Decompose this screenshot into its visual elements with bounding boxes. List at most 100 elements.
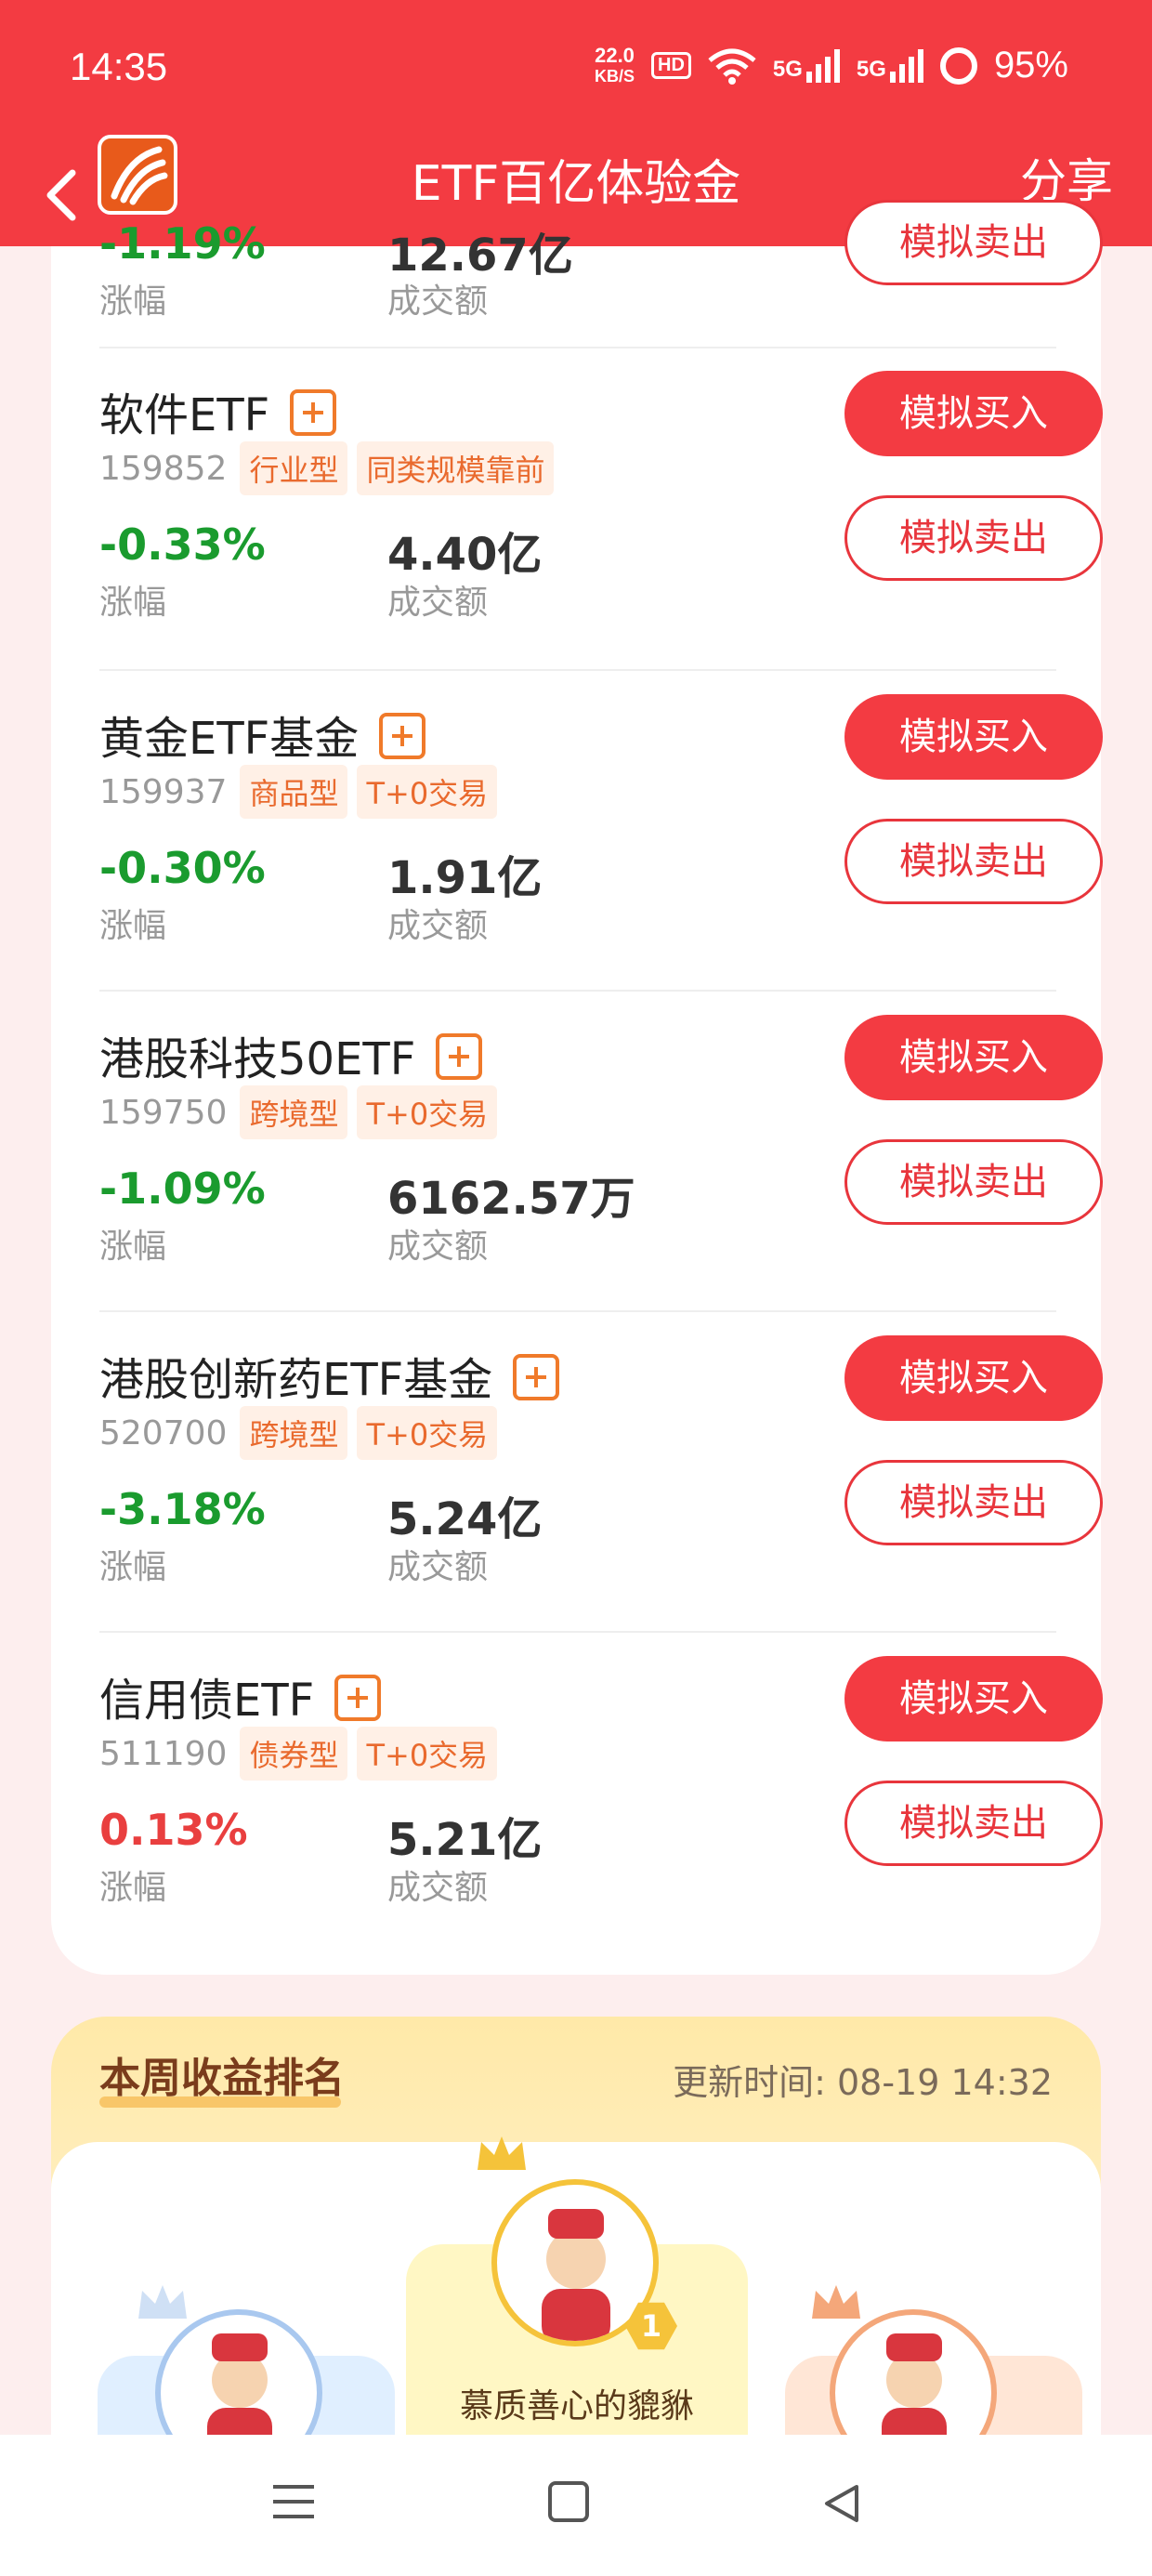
fund-tag: T+0交易 <box>357 1727 498 1781</box>
simulate-sell-button[interactable]: 模拟卖出 <box>844 495 1103 581</box>
gold-crown-icon <box>478 2136 526 2170</box>
change-value: -3.18% <box>99 1484 266 1534</box>
fund-code: 520700 <box>99 1413 228 1452</box>
home-icon[interactable] <box>548 2481 589 2522</box>
fund-name: 软件ETF <box>99 378 337 443</box>
change-label: 涨幅 <box>99 907 167 945</box>
wifi-icon <box>708 48 756 85</box>
divider <box>99 347 1056 348</box>
ranking-title: 本周收益排名 <box>99 2055 345 2102</box>
fund-code-line: 159937 商品型 T+0交易 <box>99 765 498 819</box>
volume-value: 1.91亿 <box>387 852 543 904</box>
simulate-buy-button[interactable]: 模拟买入 <box>844 371 1103 456</box>
change-label: 涨幅 <box>99 283 167 321</box>
volume-label: 成交额 <box>387 1548 489 1586</box>
divider <box>99 1310 1056 1312</box>
change-value: -1.09% <box>99 1163 266 1214</box>
fund-tag: 商品型 <box>240 765 348 819</box>
volume-value: 5.21亿 <box>387 1814 543 1866</box>
fund-code-line: 520700 跨境型 T+0交易 <box>99 1406 498 1460</box>
volume-label: 成交额 <box>387 283 489 321</box>
bronze-crown-icon <box>812 2285 860 2319</box>
fund-name: 港股科技50ETF <box>99 1022 483 1087</box>
change-label: 涨幅 <box>99 1869 167 1907</box>
volume-label: 成交额 <box>387 907 489 945</box>
fund-name: 港股创新药ETF基金 <box>99 1343 560 1408</box>
volume-label: 成交额 <box>387 584 489 622</box>
simulate-sell-button[interactable]: 模拟卖出 <box>844 1460 1103 1545</box>
fund-tag: 跨境型 <box>240 1406 348 1460</box>
fund-name: 黄金ETF基金 <box>99 702 426 767</box>
network-speed-unit: KB/S <box>595 66 635 85</box>
fund-row[interactable]: 信用债ETF 511190 债券型 T+0交易 0.13% 涨幅 5.21亿 成… <box>99 1656 1103 1942</box>
fund-row[interactable]: 港股科技50ETF 159750 跨境型 T+0交易 -1.09% 涨幅 616… <box>99 1015 1103 1301</box>
fund-code: 159937 <box>99 772 228 811</box>
change-label: 涨幅 <box>99 1548 167 1586</box>
fund-code-line: 159852 行业型 同类规模靠前 <box>99 441 555 495</box>
network-speed-value: 22.0 <box>595 43 635 67</box>
fund-tag: T+0交易 <box>357 1406 498 1460</box>
simulate-buy-button[interactable]: 模拟买入 <box>844 1656 1103 1741</box>
change-label: 涨幅 <box>99 584 167 622</box>
battery-level: 95% <box>993 45 1068 85</box>
first-place-name: 慕质善心的貔貅 <box>459 2387 694 2425</box>
simulate-sell-button[interactable]: 模拟卖出 <box>844 1139 1103 1225</box>
fund-row[interactable]: 港股创新药ETF基金 520700 跨境型 T+0交易 -3.18% 涨幅 5.… <box>99 1335 1103 1622</box>
network-speed: 22.0 KB/S <box>595 43 635 86</box>
fund-row[interactable]: 软件ETF 159852 行业型 同类规模靠前 -0.33% 涨幅 4.40亿 … <box>99 371 1103 657</box>
add-watchlist-icon[interactable] <box>436 1033 483 1080</box>
change-value: 0.13% <box>99 1805 248 1855</box>
fund-tag: T+0交易 <box>357 1085 498 1139</box>
divider <box>99 990 1056 992</box>
add-watchlist-icon[interactable] <box>290 389 337 436</box>
fund-code: 159750 <box>99 1093 228 1132</box>
change-label: 涨幅 <box>99 1228 167 1266</box>
fund-tag: 同类规模靠前 <box>357 441 555 495</box>
volume-label: 成交额 <box>387 1869 489 1907</box>
change-value: -0.30% <box>99 843 266 893</box>
ranking-update-time: 更新时间: 08-19 14:32 <box>673 2062 1053 2103</box>
change-value: -0.33% <box>99 519 266 570</box>
hd-voice-icon: HD <box>651 52 691 79</box>
simulate-sell-button[interactable]: 模拟卖出 <box>844 200 1103 285</box>
divider <box>99 669 1056 671</box>
menu-icon[interactable] <box>271 2481 316 2522</box>
fund-tag: T+0交易 <box>357 765 498 819</box>
signal-2-icon: 5G <box>857 48 923 83</box>
system-nav-bar <box>0 2435 1152 2576</box>
fund-name: 信用债ETF <box>99 1663 382 1728</box>
add-watchlist-icon[interactable] <box>513 1354 560 1400</box>
simulate-buy-button[interactable]: 模拟买入 <box>844 694 1103 780</box>
weekly-ranking-card: 本周收益排名 更新时间: 08-19 14:32 1 慕质善心的貔貅 <box>51 2017 1101 2435</box>
add-watchlist-icon[interactable] <box>334 1675 382 1721</box>
volume-value: 6162.57万 <box>387 1173 635 1225</box>
fund-code-line: 159750 跨境型 T+0交易 <box>99 1085 498 1139</box>
add-watchlist-icon[interactable] <box>379 713 426 759</box>
status-time: 14:35 <box>70 45 168 88</box>
simulate-sell-button[interactable]: 模拟卖出 <box>844 1781 1103 1866</box>
fund-tag: 债券型 <box>240 1727 348 1781</box>
avatar[interactable] <box>155 2309 322 2435</box>
divider <box>99 1631 1056 1633</box>
simulate-sell-button[interactable]: 模拟卖出 <box>844 819 1103 904</box>
fund-row[interactable]: 黄金ETF基金 159937 商品型 T+0交易 -0.30% 涨幅 1.91亿… <box>99 694 1103 980</box>
volume-value: 4.40亿 <box>387 529 543 581</box>
signal-1-icon: 5G <box>773 48 840 83</box>
fund-code: 511190 <box>99 1734 228 1773</box>
volume-label: 成交额 <box>387 1228 489 1266</box>
silver-crown-icon <box>138 2285 187 2319</box>
battery-icon <box>939 46 977 85</box>
back-triangle-icon[interactable] <box>819 2481 864 2526</box>
change-value: -1.19% <box>99 218 266 269</box>
fund-code-line: 511190 债券型 T+0交易 <box>99 1727 498 1781</box>
fund-code: 159852 <box>99 449 228 488</box>
fund-tag: 跨境型 <box>240 1085 348 1139</box>
avatar[interactable] <box>830 2309 997 2435</box>
status-icons: 22.0 KB/S HD 5G 5G 95% <box>595 45 1068 86</box>
volume-value: 5.24亿 <box>387 1493 543 1545</box>
status-bar: 14:35 22.0 KB/S HD 5G 5G 95% <box>0 0 1152 139</box>
simulate-buy-button[interactable]: 模拟买入 <box>844 1015 1103 1100</box>
ranking-podium: 1 慕质善心的貔貅 <box>51 2136 1101 2435</box>
fund-list-card: -1.19% 涨幅 12.67亿 成交额 模拟卖出 软件ETF 159852 行… <box>51 200 1103 1975</box>
simulate-buy-button[interactable]: 模拟买入 <box>844 1335 1103 1421</box>
